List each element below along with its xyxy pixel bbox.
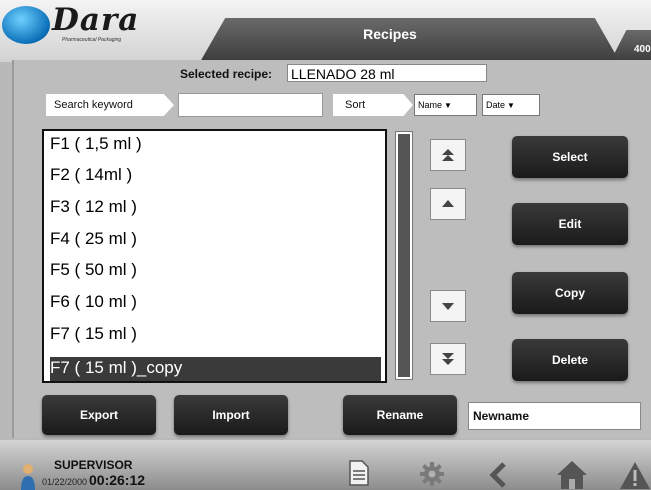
edit-button[interactable]: Edit xyxy=(512,203,628,245)
up-arrow-button[interactable] xyxy=(430,188,466,220)
page-title: Recipes xyxy=(363,26,417,42)
double-up-arrow-icon xyxy=(442,149,454,161)
logo-subtitle: Pharmaceutical Packaging xyxy=(62,37,122,43)
sort-label: Sort xyxy=(333,94,413,116)
import-button[interactable]: Import xyxy=(174,395,288,435)
list-item[interactable]: F5 ( 50 ml ) xyxy=(50,257,137,283)
search-input[interactable] xyxy=(178,93,323,117)
document-icon[interactable] xyxy=(348,460,370,486)
back-icon[interactable] xyxy=(488,462,508,488)
copy-button[interactable]: Copy xyxy=(512,272,628,314)
scrollbar-thumb[interactable] xyxy=(398,134,410,377)
double-down-arrow-button[interactable] xyxy=(430,343,466,375)
chevron-down-icon: ▼ xyxy=(444,101,452,110)
list-item[interactable]: F1 ( 1,5 ml ) xyxy=(50,131,142,157)
selected-recipe-label: Selected recipe: xyxy=(180,67,273,81)
date-readout: 01/22/2000 xyxy=(42,477,88,487)
list-item[interactable]: F7 ( 15 ml ) xyxy=(50,321,137,347)
list-item[interactable]: F4 ( 25 ml ) xyxy=(50,226,137,252)
rename-input[interactable]: Newname xyxy=(468,402,641,430)
sort-name-dropdown[interactable]: Name ▼ xyxy=(414,94,477,116)
double-down-arrow-icon xyxy=(442,353,454,365)
corner-number: 400 xyxy=(634,44,651,55)
logo-text: Dara xyxy=(52,2,140,38)
chevron-down-icon: ▼ xyxy=(507,101,515,110)
export-button[interactable]: Export xyxy=(42,395,156,435)
user-name: SUPERVISOR xyxy=(54,458,133,472)
user-icon xyxy=(21,464,35,490)
down-arrow-button[interactable] xyxy=(430,290,466,322)
warning-icon[interactable] xyxy=(620,460,651,490)
search-keyword-label: Search keyword xyxy=(46,94,174,116)
gear-icon[interactable] xyxy=(419,461,445,487)
sort-name-label: Name xyxy=(418,100,443,110)
list-item[interactable]: F6 ( 10 ml ) xyxy=(50,289,137,315)
time-readout: 00:26:12 xyxy=(89,472,146,488)
rename-button[interactable]: Rename xyxy=(343,395,457,435)
selected-recipe-field: LLENADO 28 ml xyxy=(287,64,487,82)
double-up-arrow-button[interactable] xyxy=(430,139,466,171)
list-item-selected[interactable]: F7 ( 15 ml )_copy xyxy=(50,355,182,381)
delete-button[interactable]: Delete xyxy=(512,339,628,381)
up-arrow-icon xyxy=(442,200,454,207)
logo-emblem-icon xyxy=(2,6,50,44)
down-arrow-icon xyxy=(442,303,454,310)
select-button[interactable]: Select xyxy=(512,136,628,178)
list-item[interactable]: F2 ( 14ml ) xyxy=(50,162,132,188)
sort-date-dropdown[interactable]: Date ▼ xyxy=(482,94,540,116)
home-icon[interactable] xyxy=(555,459,589,489)
list-item[interactable]: F3 ( 12 ml ) xyxy=(50,194,137,220)
sort-date-label: Date xyxy=(486,100,506,110)
recipe-list[interactable]: F1 ( 1,5 ml ) F2 ( 14ml ) F3 ( 12 ml ) F… xyxy=(42,129,387,383)
